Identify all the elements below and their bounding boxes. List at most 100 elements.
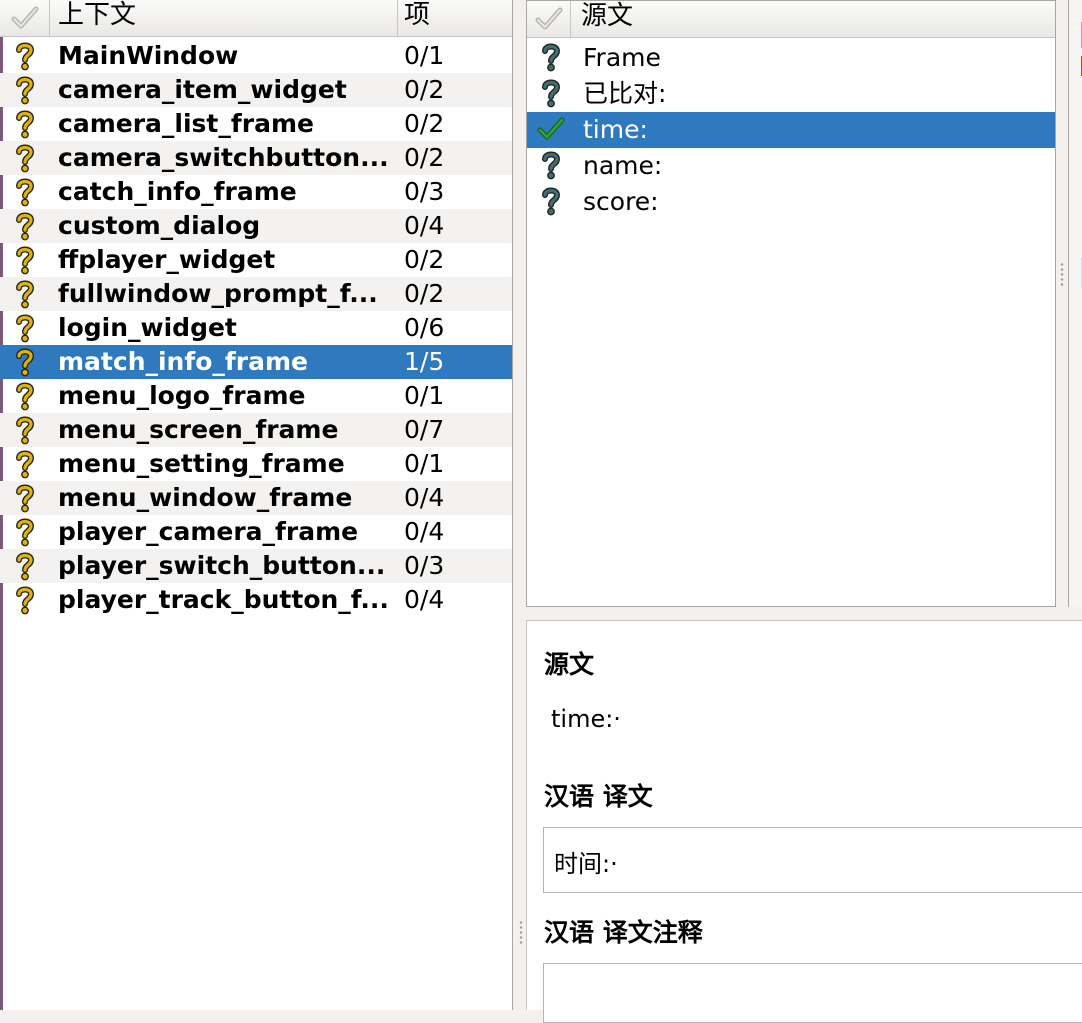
comment-title: 汉语 译文注释 <box>544 918 703 947</box>
check-icon <box>11 6 38 29</box>
list-item[interactable]: score: <box>527 184 1055 220</box>
list-item[interactable]: match_info_frame 1/5 <box>0 345 512 379</box>
question-icon <box>14 245 36 275</box>
source-string: score: <box>583 187 659 216</box>
list-item[interactable]: catch_info_frame 0/3 <box>0 175 512 209</box>
context-name: menu_logo_frame <box>58 381 306 410</box>
question-icon <box>14 347 36 377</box>
list-item[interactable]: player_camera_frame 0/4 <box>0 515 512 549</box>
context-name: catch_info_frame <box>58 177 297 206</box>
context-header: 上下文 项 <box>0 0 512 37</box>
list-item[interactable]: player_track_button_f... 0/4 <box>0 583 512 617</box>
context-count: 0/1 <box>404 381 445 410</box>
context-count: 0/4 <box>404 585 445 614</box>
source-string: Frame <box>583 43 661 72</box>
source-list[interactable]: Frame 已比对: time: name: score: <box>527 40 1055 220</box>
translation-field[interactable]: 时间:· <box>543 827 1082 893</box>
context-count: 0/2 <box>404 75 445 104</box>
question-icon <box>14 41 36 71</box>
splitter-handle[interactable] <box>519 920 523 946</box>
context-name: fullwindow_prompt_f... <box>58 279 378 308</box>
context-count: 0/2 <box>404 279 445 308</box>
context-name: custom_dialog <box>58 211 261 240</box>
translation-text: 时间:· <box>554 850 618 878</box>
source-title: 源文 <box>544 650 595 679</box>
context-name: player_track_button_f... <box>58 585 389 614</box>
context-count: 0/6 <box>404 313 445 342</box>
list-item[interactable]: login_widget 0/6 <box>0 311 512 345</box>
question-icon <box>14 177 36 207</box>
header-context-column[interactable]: 上下文 <box>50 0 398 36</box>
list-item[interactable]: menu_screen_frame 0/7 <box>0 413 512 447</box>
list-item[interactable]: menu_window_frame 0/4 <box>0 481 512 515</box>
question-icon <box>14 211 36 241</box>
list-item[interactable]: menu_setting_frame 0/1 <box>0 447 512 481</box>
source-pane[interactable]: 源文 Frame 已比对: time: name: score: <box>526 0 1056 607</box>
splitter-handle[interactable] <box>1060 262 1064 288</box>
source-header: 源文 <box>527 1 1055 38</box>
list-item[interactable]: 已比对: <box>527 76 1055 112</box>
list-item[interactable]: player_switch_button... 0/3 <box>0 549 512 583</box>
question-icon <box>14 483 36 513</box>
list-item[interactable]: camera_list_frame 0/2 <box>0 107 512 141</box>
translation-title: 汉语 译文 <box>544 782 653 811</box>
question-icon <box>14 313 36 343</box>
question-icon <box>14 585 36 615</box>
header-status-column[interactable] <box>0 0 50 36</box>
context-name: MainWindow <box>58 41 239 70</box>
list-item[interactable]: name: <box>527 148 1055 184</box>
list-item[interactable]: menu_logo_frame 0/1 <box>0 379 512 413</box>
check-icon <box>535 7 562 30</box>
context-count: 0/4 <box>404 211 445 240</box>
context-name: menu_window_frame <box>58 483 353 512</box>
question-icon <box>14 109 36 139</box>
context-name: camera_item_widget <box>58 75 347 104</box>
context-name: player_camera_frame <box>58 517 359 546</box>
list-item[interactable]: camera_item_widget 0/2 <box>0 73 512 107</box>
context-count: 0/2 <box>404 143 445 172</box>
source-string: 已比对: <box>583 79 667 108</box>
context-count: 0/3 <box>404 551 445 580</box>
comment-field[interactable] <box>543 963 1082 1023</box>
context-name: ffplayer_widget <box>58 245 276 274</box>
question-icon <box>14 449 36 479</box>
question-icon <box>14 551 36 581</box>
source-string: time: <box>583 115 648 144</box>
context-count: 0/1 <box>404 449 445 478</box>
question-icon <box>14 279 36 309</box>
question-icon <box>537 186 565 216</box>
context-name: camera_switchbutton... <box>58 143 389 172</box>
context-count: 0/4 <box>404 483 445 512</box>
check-icon <box>537 114 565 144</box>
context-name: camera_list_frame <box>58 109 314 138</box>
context-count: 1/5 <box>404 347 445 376</box>
question-icon <box>14 381 36 411</box>
header-source-column[interactable]: 源文 <box>571 1 1051 37</box>
right-panel-edge <box>1068 0 1082 607</box>
context-name: menu_screen_frame <box>58 415 339 444</box>
list-item[interactable]: time: <box>527 112 1055 148</box>
context-count: 0/1 <box>404 41 445 70</box>
list-item[interactable]: MainWindow 0/1 <box>0 39 512 73</box>
question-icon <box>537 78 565 108</box>
list-item[interactable]: fullwindow_prompt_f... 0/2 <box>0 277 512 311</box>
header-status-column[interactable] <box>527 1 571 37</box>
question-icon <box>537 42 565 72</box>
context-list[interactable]: MainWindow 0/1 camera_item_widget 0/2 camera… <box>0 39 512 617</box>
question-icon <box>537 150 565 180</box>
question-icon <box>14 75 36 105</box>
context-name: match_info_frame <box>58 347 308 376</box>
list-item[interactable]: camera_switchbutton... 0/2 <box>0 141 512 175</box>
translation-editor: 源文 time:· 汉语 译文 时间:· 汉语 译文注释 <box>526 620 1082 1023</box>
context-name: login_widget <box>58 313 237 342</box>
source-string: name: <box>583 151 663 180</box>
context-count: 0/4 <box>404 517 445 546</box>
question-icon <box>14 517 36 547</box>
list-item[interactable]: Frame <box>527 40 1055 76</box>
list-item[interactable]: ffplayer_widget 0/2 <box>0 243 512 277</box>
source-text: time:· <box>551 705 621 733</box>
context-pane[interactable]: 上下文 项 MainWindow 0/1 camera_item_widget 0/2… <box>0 0 513 1010</box>
list-item[interactable]: custom_dialog 0/4 <box>0 209 512 243</box>
header-items-column[interactable]: 项 <box>398 0 513 36</box>
context-count: 0/2 <box>404 245 445 274</box>
